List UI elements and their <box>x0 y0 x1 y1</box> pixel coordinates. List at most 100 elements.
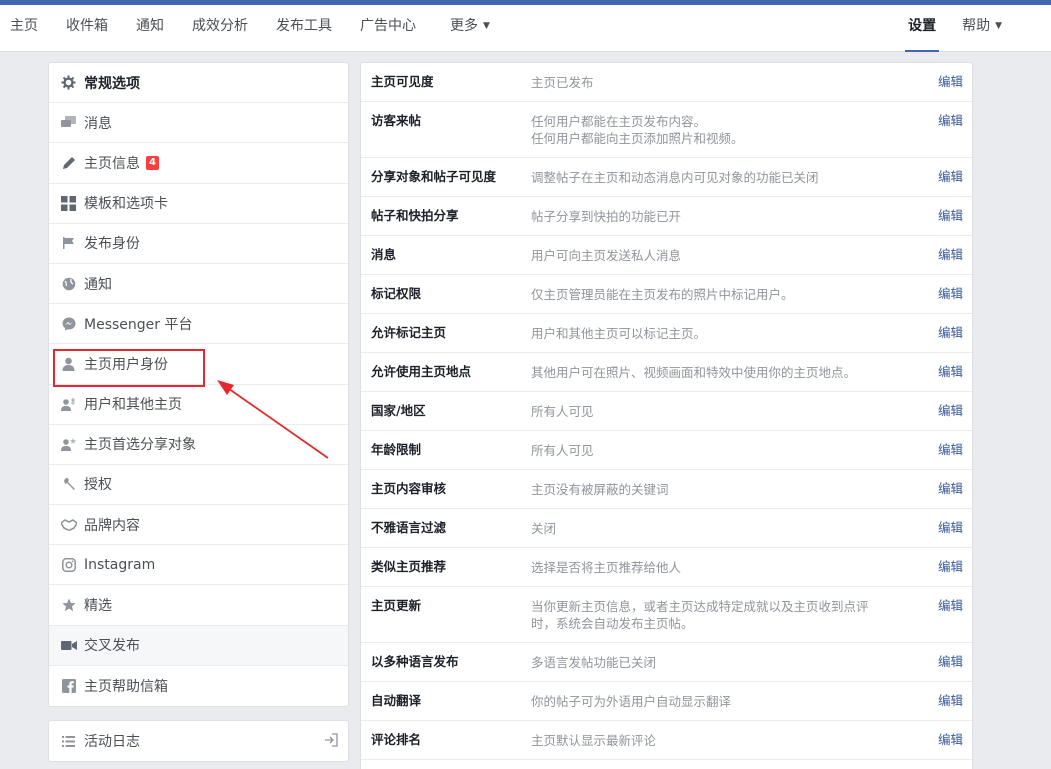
settings-panel: 主页可见度 主页已发布 编辑 访客来帖 任何用户都能在主页发布内容。 任何用户都能向主页… <box>360 62 973 769</box>
edit-link[interactable]: 编辑 <box>938 442 963 458</box>
sidebar-item-instagram[interactable]: Instagram <box>49 545 348 586</box>
settings-row: 以多种语言发布 多语言发帖功能已关闭 编辑 <box>361 643 972 682</box>
edit-link[interactable]: 编辑 <box>938 481 963 497</box>
exit-icon <box>324 733 338 751</box>
settings-row: 内容传播允许下载到 Facebook。编辑 <box>361 760 972 769</box>
settings-row-label: 自动翻译 <box>371 693 422 708</box>
settings-row-description: 当你更新主页信息，或者主页达成特定成就以及主页收到点评 时，系统会自动发布主页帖… <box>531 599 869 631</box>
tab-more-label: 更多 <box>450 18 478 34</box>
edit-link[interactable]: 编辑 <box>938 693 963 709</box>
gear-icon <box>60 74 77 91</box>
page-nav: 主页 收件箱 通知 成效分析 发布工具 广告中心 更多 ▼ <box>0 5 508 52</box>
caret-down-icon: ▼ <box>995 21 1002 31</box>
sidebar-item-label: Instagram <box>84 556 156 573</box>
activity-log-link[interactable]: 活动日志 <box>48 720 349 762</box>
settings-row-label: 年龄限制 <box>371 442 422 457</box>
sidebar-item-publish-as[interactable]: 发布身份 <box>49 224 348 264</box>
sidebar-item-messaging[interactable]: 消息 <box>49 103 348 144</box>
edit-link[interactable]: 编辑 <box>938 169 963 185</box>
sidebar-item-page-info[interactable]: 主页信息 4 <box>49 143 348 184</box>
edit-link[interactable]: 编辑 <box>938 520 963 536</box>
right-nav: 设置 帮助 ▼ <box>905 5 1051 52</box>
edit-link[interactable]: 编辑 <box>938 208 963 224</box>
edit-link[interactable]: 编辑 <box>938 598 963 614</box>
settings-row: 帖子和快拍分享 帖子分享到快拍的功能已开 编辑 <box>361 197 972 236</box>
list-icon <box>60 733 77 750</box>
tab-notifications[interactable]: 通知 <box>136 5 164 52</box>
settings-row-label: 帖子和快拍分享 <box>371 208 459 223</box>
settings-row-description: 主页默认显示最新评论 <box>531 733 657 748</box>
settings-row: 主页可见度 主页已发布 编辑 <box>361 63 972 102</box>
sidebar-item-label: 主页信息 <box>84 155 140 172</box>
grid-icon <box>60 195 77 212</box>
tab-insights[interactable]: 成效分析 <box>192 5 248 52</box>
settings-row: 自动翻译 你的帖子可为外语用户自动显示翻译 编辑 <box>361 682 972 721</box>
settings-row-description: 所有人可见 <box>531 443 594 458</box>
settings-row: 评论排名 主页默认显示最新评论 编辑 <box>361 721 972 760</box>
edit-link[interactable]: 编辑 <box>938 286 963 302</box>
sidebar-item-crossposting[interactable]: 交叉发布 <box>49 625 348 666</box>
settings-row: 允许使用主页地点 其他用户可在照片、视频画面和特效中使用你的主页地点。 编辑 <box>361 353 972 392</box>
tab-publishing-tools[interactable]: 发布工具 <box>276 5 332 52</box>
sidebar-item-messenger-platform[interactable]: Messenger 平台 <box>49 304 348 345</box>
sidebar-item-notifications[interactable]: 通知 <box>49 264 348 305</box>
facebook-icon <box>60 677 77 694</box>
settings-row-label: 消息 <box>371 247 397 262</box>
messages-icon <box>60 114 77 131</box>
instagram-icon <box>60 556 77 573</box>
edit-link[interactable]: 编辑 <box>938 732 963 748</box>
edit-link[interactable]: 编辑 <box>938 247 963 263</box>
sidebar-item-featured[interactable]: 精选 <box>49 585 348 626</box>
handshake-icon <box>60 516 77 533</box>
tab-home[interactable]: 主页 <box>10 5 38 52</box>
settings-row-description: 用户和其他主页可以标记主页。 <box>531 326 707 341</box>
edit-link[interactable]: 编辑 <box>938 113 963 129</box>
edit-link[interactable]: 编辑 <box>938 325 963 341</box>
sidebar-item-label: 主页首选分享对象 <box>84 437 196 454</box>
settings-row-description: 调整帖子在主页和动态消息内可见对象的功能已关闭 <box>531 170 819 185</box>
edit-link[interactable]: 编辑 <box>938 559 963 575</box>
sidebar-item-label: 主页用户身份 <box>84 356 168 373</box>
settings-row-description: 多语言发帖功能已关闭 <box>531 655 657 670</box>
sidebar-item-label: 通知 <box>84 276 112 293</box>
settings-row-label: 以多种语言发布 <box>371 654 459 669</box>
sidebar-item-label: 用户和其他主页 <box>84 397 182 414</box>
people-star-icon <box>60 436 77 453</box>
sidebar-item-branded-content[interactable]: 品牌内容 <box>49 505 348 546</box>
settings-row-description: 帖子分享到快拍的功能已开 <box>531 209 682 224</box>
settings-row: 类似主页推荐 选择是否将主页推荐给他人 编辑 <box>361 548 972 587</box>
settings-row-label: 主页可见度 <box>371 74 434 89</box>
edit-link[interactable]: 编辑 <box>938 403 963 419</box>
people-icon <box>60 396 77 413</box>
wrench-icon <box>60 476 77 493</box>
tab-inbox[interactable]: 收件箱 <box>66 5 108 52</box>
tab-help[interactable]: 帮助 ▼ <box>959 5 1005 52</box>
settings-row-label: 允许使用主页地点 <box>371 364 472 379</box>
settings-row: 允许标记主页 用户和其他主页可以标记主页。 编辑 <box>361 314 972 353</box>
notification-badge: 4 <box>146 155 159 170</box>
settings-row-label: 类似主页推荐 <box>371 559 447 574</box>
settings-row-description: 用户可向主页发送私人消息 <box>531 248 682 263</box>
sidebar-item-page-support-inbox[interactable]: 主页帮助信箱 <box>49 666 348 706</box>
edit-link[interactable]: 编辑 <box>938 364 963 380</box>
sidebar-item-label: Messenger 平台 <box>84 316 193 333</box>
sidebar-item-templates-tabs[interactable]: 模板和选项卡 <box>49 184 348 224</box>
sidebar-item-label: 交叉发布 <box>84 638 140 655</box>
settings-row-label: 国家/地区 <box>371 403 426 418</box>
sidebar-item-label: 消息 <box>84 115 112 132</box>
activity-log-label: 活动日志 <box>84 734 140 750</box>
sidebar-item-authorizations[interactable]: 授权 <box>49 465 348 506</box>
settings-row-label: 主页内容审核 <box>371 481 447 496</box>
settings-row-label: 不雅语言过滤 <box>371 520 447 535</box>
tab-more[interactable]: 更多 ▼ <box>450 5 490 52</box>
sidebar-item-general[interactable]: 常规选项 <box>49 63 348 104</box>
settings-row-description: 主页没有被屏蔽的关键词 <box>531 482 669 497</box>
globe-icon <box>60 275 77 292</box>
flag-icon <box>60 235 77 252</box>
tab-settings[interactable]: 设置 <box>905 5 940 52</box>
edit-link[interactable]: 编辑 <box>938 74 963 90</box>
edit-link[interactable]: 编辑 <box>938 654 963 670</box>
settings-row-label: 分享对象和帖子可见度 <box>371 169 497 184</box>
tab-ad-center[interactable]: 广告中心 <box>360 5 416 52</box>
settings-row: 国家/地区 所有人可见 编辑 <box>361 392 972 431</box>
